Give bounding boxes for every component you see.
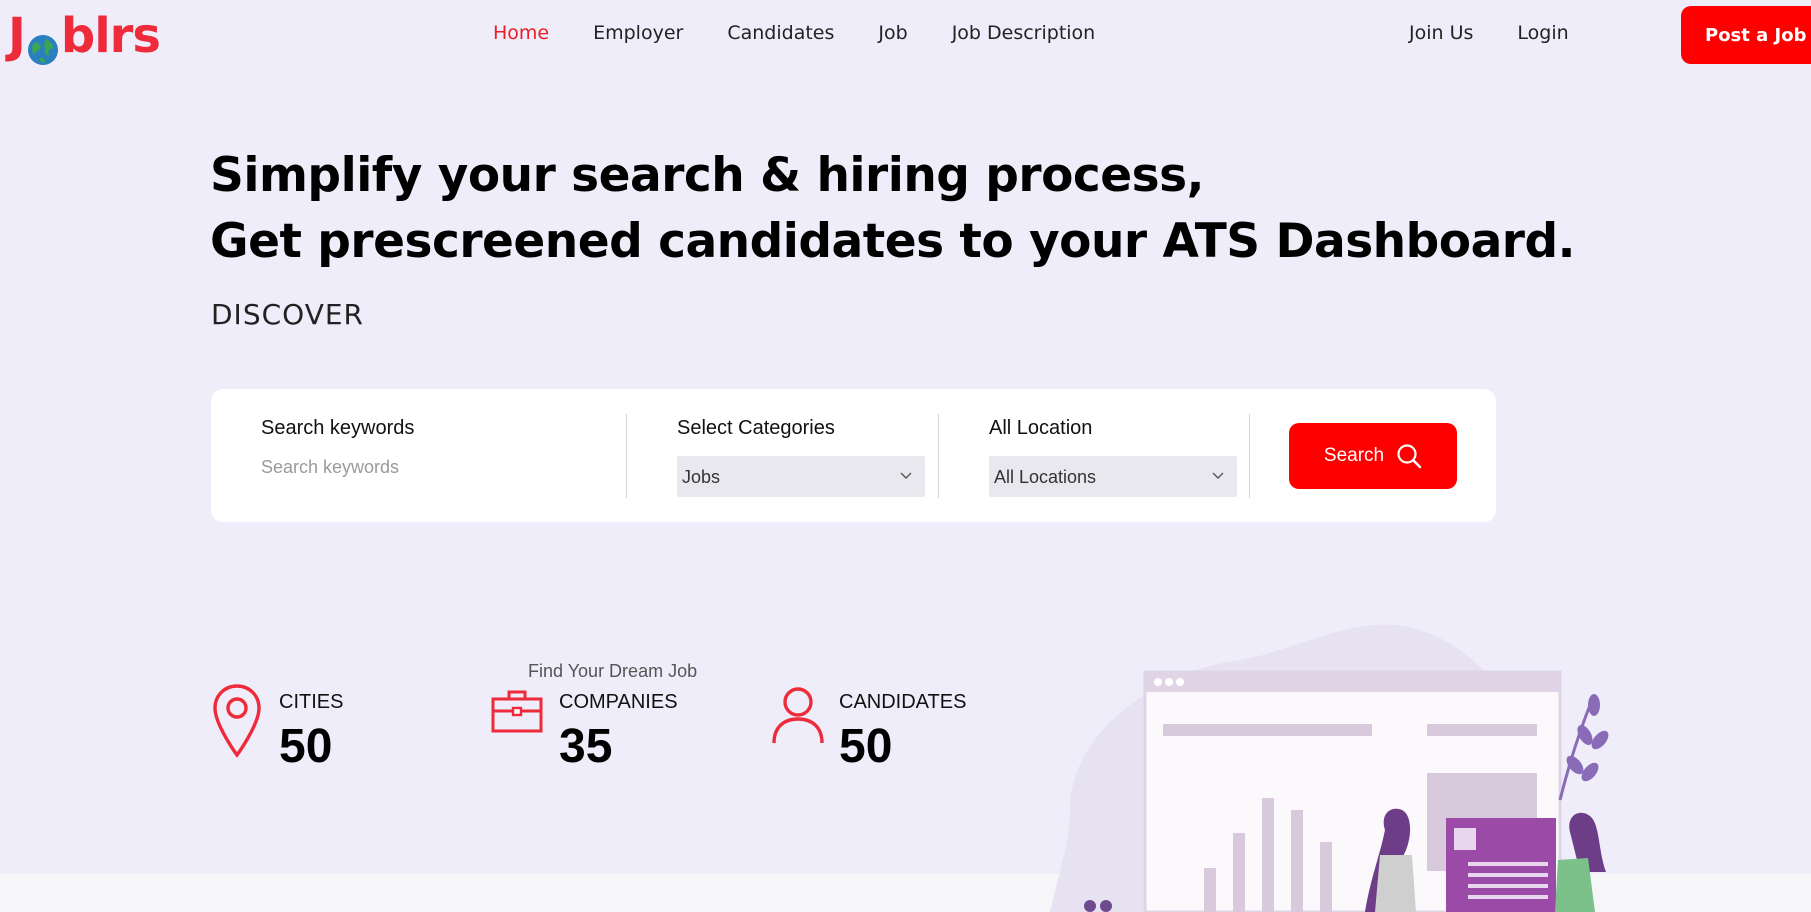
location-field: All Location All Locations [989, 389, 1239, 522]
hero-title: Simplify your search & hiring process, G… [210, 143, 1575, 275]
briefcase-icon [491, 690, 543, 733]
nav-candidates[interactable]: Candidates [727, 22, 834, 44]
user-icon [772, 687, 824, 744]
auth-nav: Join Us Login [1409, 22, 1613, 44]
stat-label: COMPANIES [559, 691, 678, 713]
location-label: All Location [989, 417, 1093, 439]
nav-employer[interactable]: Employer [593, 22, 683, 44]
main-nav: Home Employer Candidates Job Job Descrip… [493, 22, 1139, 44]
keywords-field: Search keywords [261, 389, 601, 522]
logo-text-rest: blrs [60, 8, 161, 64]
globe-icon [26, 23, 60, 65]
stat-value: 35 [559, 720, 613, 773]
categories-selected-value: Jobs [682, 467, 721, 487]
tagline: Find Your Dream Job [528, 661, 698, 681]
nav-home[interactable]: Home [493, 22, 549, 44]
chevron-down-icon [900, 472, 912, 479]
divider [626, 414, 627, 498]
hero-line-2: Get prescreened candidates to your ATS D… [210, 214, 1575, 269]
search-button-label: Search [1323, 445, 1385, 466]
keywords-label: Search keywords [261, 417, 415, 439]
hero-line-1: Simplify your search & hiring process, [210, 148, 1204, 203]
stat-value: 50 [279, 720, 333, 773]
location-select[interactable]: All Locations [989, 456, 1237, 497]
nav-job[interactable]: Job [878, 22, 907, 44]
logo-text-j: J [8, 8, 26, 64]
stat-label: CITIES [279, 691, 344, 713]
nav-login[interactable]: Login [1517, 22, 1568, 44]
dashboard-illustration [1050, 624, 1609, 912]
location-selected-value: All Locations [994, 467, 1097, 487]
categories-label: Select Categories [677, 417, 835, 439]
logo[interactable]: J blrs [8, 8, 161, 65]
stat-label: CANDIDATES [839, 691, 967, 713]
search-button[interactable]: Search [1289, 423, 1457, 489]
map-pin-icon [213, 684, 261, 758]
search-keywords-input[interactable] [261, 447, 561, 487]
categories-field: Select Categories Jobs [677, 389, 927, 522]
post-job-button[interactable]: Post a Job [1681, 6, 1811, 64]
discover-label: DISCOVER [211, 298, 364, 331]
nav-join-us[interactable]: Join Us [1409, 22, 1473, 44]
stat-value: 50 [839, 720, 893, 773]
nav-job-description[interactable]: Job Description [952, 22, 1096, 44]
divider [1249, 414, 1250, 498]
divider [938, 414, 939, 498]
categories-select[interactable]: Jobs [677, 456, 925, 497]
search-icon [1397, 444, 1422, 469]
chevron-down-icon [1212, 472, 1224, 479]
